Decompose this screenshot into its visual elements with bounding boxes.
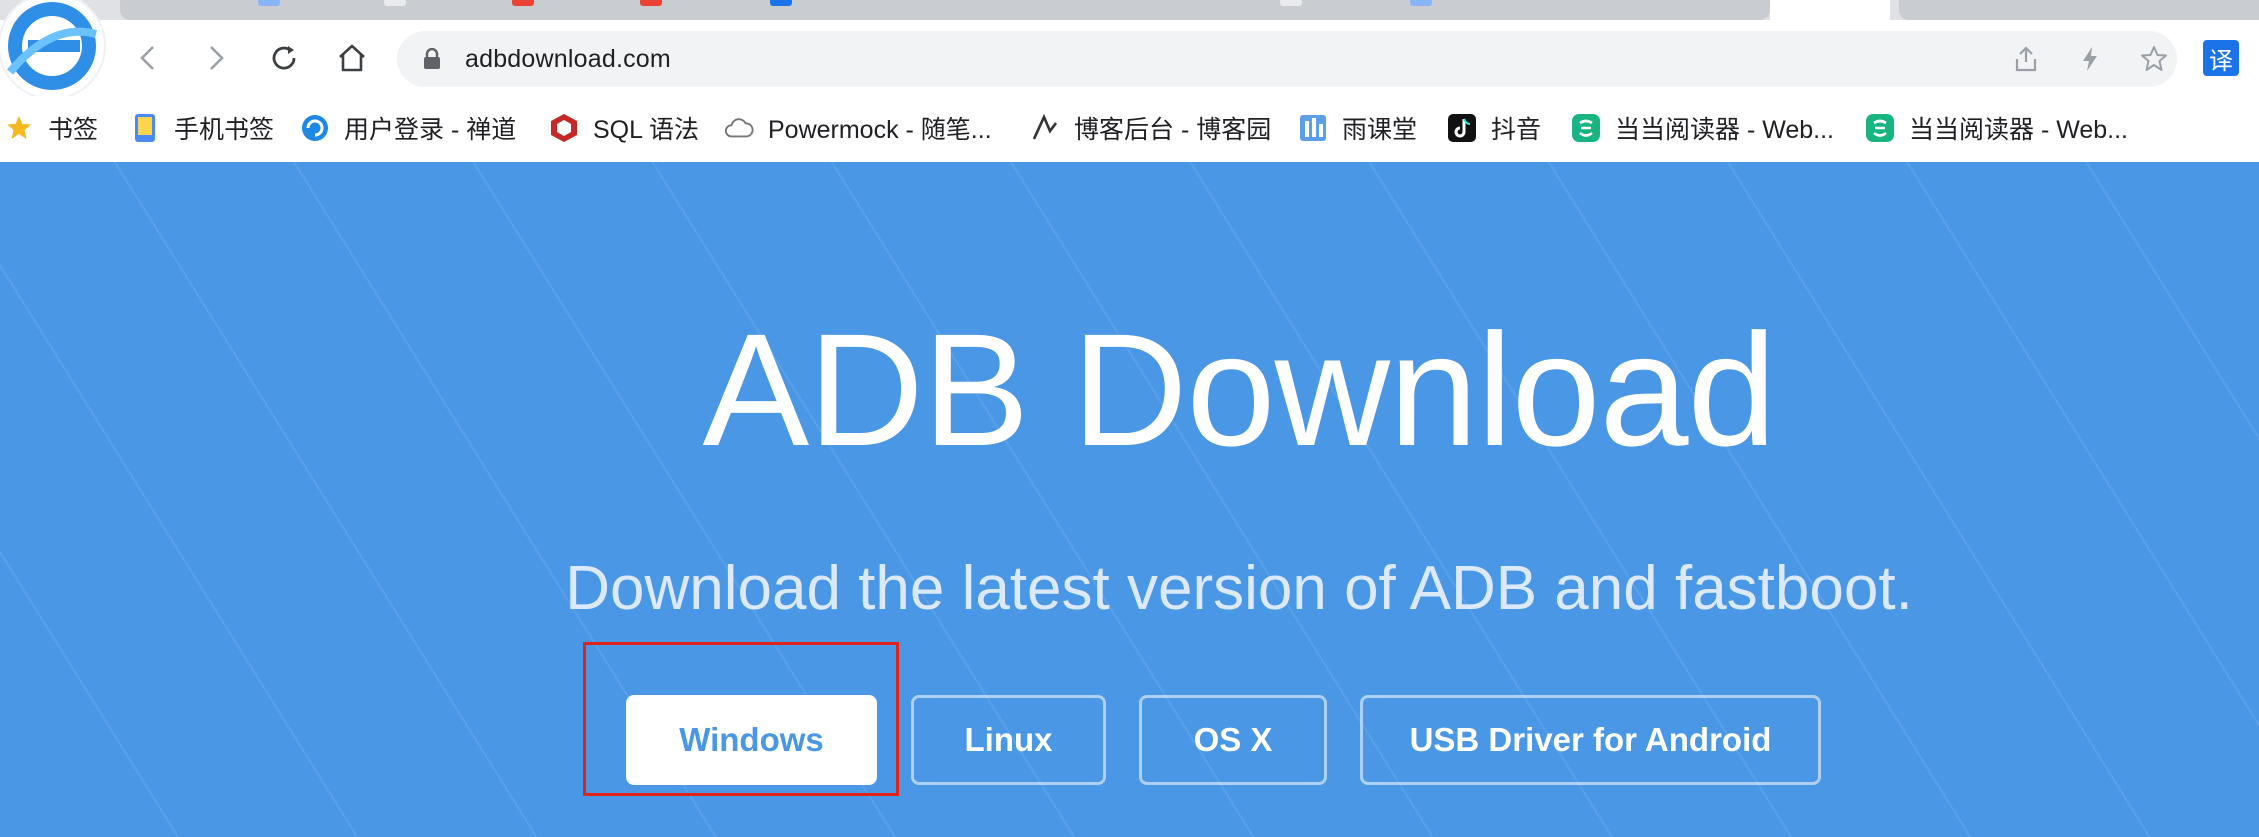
- bookmarks-bar: 书签 手机书签 用户登录 - 禅道 SQL 语法 Powermock - 随笔.…: [0, 96, 2259, 163]
- home-button[interactable]: [332, 38, 372, 78]
- reload-button[interactable]: [264, 38, 304, 78]
- bookmark-label: 博客后台 - 博客园: [1074, 116, 1272, 144]
- bookmark-item[interactable]: 当当阅读器 - Web...: [1865, 110, 2128, 146]
- share-icon[interactable]: [2011, 44, 2041, 74]
- bookmark-label: 当当阅读器 - Web...: [1615, 116, 1835, 144]
- usb-driver-button[interactable]: USB Driver for Android: [1360, 695, 1821, 785]
- bookmark-label: 当当阅读器 - Web...: [1909, 116, 2129, 144]
- bookmark-item[interactable]: 博客后台 - 博客园: [1030, 110, 1271, 146]
- dangdang-icon: [1571, 113, 1601, 143]
- windows-button[interactable]: Windows: [626, 695, 877, 785]
- tab-favicon[interactable]: [258, 0, 280, 6]
- tab-favicon[interactable]: [1410, 0, 1432, 6]
- button-label: Linux: [964, 721, 1053, 758]
- bookmark-item[interactable]: 雨课堂: [1298, 110, 1417, 146]
- bookmark-item[interactable]: Powermock - 随笔...: [724, 110, 992, 146]
- background-stripes: [0, 162, 2259, 837]
- lightning-icon[interactable]: [2075, 44, 2105, 74]
- bookmark-item[interactable]: SQL 语法: [549, 110, 699, 146]
- button-label: USB Driver for Android: [1409, 721, 1772, 758]
- chevron-right-icon: [210, 46, 224, 70]
- cloud-icon: [724, 113, 754, 143]
- bookmark-label: SQL 语法: [593, 116, 700, 144]
- translate-button[interactable]: 译: [2203, 40, 2239, 76]
- lock-icon[interactable]: [423, 48, 441, 70]
- button-label: OS X: [1193, 721, 1273, 758]
- tab-row[interactable]: [120, 0, 1770, 20]
- bookmark-label: 用户登录 - 禅道: [344, 116, 517, 144]
- tab-favicon[interactable]: [1280, 0, 1302, 6]
- home-icon: [339, 44, 365, 72]
- tab-favicon[interactable]: [384, 0, 406, 6]
- bookmark-label: 手机书签: [174, 116, 275, 144]
- sql-icon: [549, 113, 579, 143]
- star-bookmark-icon[interactable]: [2139, 44, 2169, 74]
- dangdang-icon: [1865, 113, 1895, 143]
- reload-icon: [272, 46, 296, 70]
- star-icon: [4, 113, 34, 143]
- address-bar[interactable]: adbdownload.com: [397, 31, 2177, 87]
- page-subtitle: Download the latest version of ADB and f…: [565, 554, 1913, 623]
- rain-classroom-icon: [1298, 113, 1328, 143]
- tab-strip: [0, 0, 2259, 20]
- back-button[interactable]: [128, 38, 168, 78]
- bookmark-label: 书签: [48, 116, 99, 144]
- bookmark-label: 雨课堂: [1342, 116, 1418, 144]
- tab-favicon[interactable]: [770, 0, 792, 6]
- bookmark-item[interactable]: 当当阅读器 - Web...: [1571, 110, 1834, 146]
- chevron-left-icon: [140, 46, 154, 70]
- tab-row-right[interactable]: [1899, 0, 2259, 20]
- browser-logo-icon[interactable]: [0, 0, 104, 98]
- douyin-icon: [1447, 113, 1477, 143]
- page-title: ADB Download: [702, 300, 1777, 479]
- bookmark-label: Powermock - 随笔...: [768, 116, 992, 144]
- zentao-icon: [300, 113, 330, 143]
- bookmark-item[interactable]: 用户登录 - 禅道: [300, 110, 516, 146]
- phone-icon: [130, 113, 160, 143]
- bookmark-item[interactable]: 抖音: [1447, 110, 1541, 146]
- url-text[interactable]: adbdownload.com: [465, 45, 671, 74]
- hero-section: ADB Download Download the latest version…: [0, 162, 2259, 837]
- cnblogs-icon: [1030, 113, 1060, 143]
- tab-favicon[interactable]: [512, 0, 534, 6]
- bookmark-label: 抖音: [1491, 116, 1542, 144]
- linux-button[interactable]: Linux: [911, 695, 1106, 785]
- active-tab[interactable]: [1770, 0, 1890, 20]
- tab-favicon[interactable]: [640, 0, 662, 6]
- forward-button[interactable]: [196, 38, 236, 78]
- translate-icon: 译: [2209, 46, 2233, 75]
- browser-toolbar: adbdownload.com 译: [0, 0, 2259, 98]
- button-label: Windows: [679, 721, 824, 758]
- osx-button[interactable]: OS X: [1139, 695, 1327, 785]
- bookmark-item[interactable]: 书签: [4, 110, 98, 146]
- bookmark-item[interactable]: 手机书签: [130, 110, 274, 146]
